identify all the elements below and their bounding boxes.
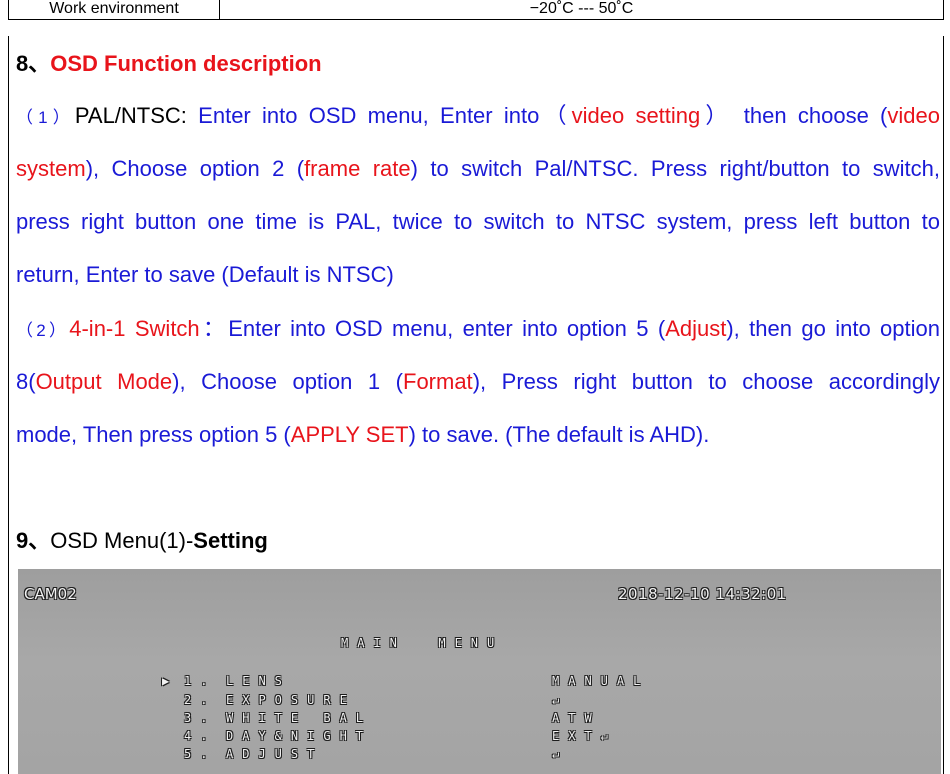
paragraph-line: system), Choose option 2 (frame rate) to… xyxy=(16,156,940,181)
datetime-stamp: 2018-12-10 14:32:01 xyxy=(618,585,787,603)
4in1-switch-paragraph: （2）4-in-1 Switch：Enter into OSD menu, en… xyxy=(16,311,940,470)
spec-label: Work environment xyxy=(9,0,220,19)
paragraph-line: （2）4-in-1 Switch：Enter into OSD menu, en… xyxy=(16,316,941,341)
paragraph-line: mode, Then press option 5 (APPLY SET) to… xyxy=(16,422,710,447)
osd-menu-screenshot: CAM02 2018-12-10 14:32:01 MAIN MENU ▶ 1.… xyxy=(18,569,941,774)
paragraph-line: return, Enter to save (Default is NTSC) xyxy=(16,262,394,287)
cursor-arrow-icon: ▶ xyxy=(162,674,170,688)
section-8-title: OSD Function description xyxy=(50,51,322,76)
enter-icon: ↵ xyxy=(552,693,569,707)
section-8-number: 8、 xyxy=(16,51,51,76)
camera-name: CAM02 xyxy=(24,585,77,603)
paragraph-line: press right button one time is PAL, twic… xyxy=(16,209,940,234)
enter-icon: ↵ xyxy=(552,747,569,761)
paragraph-line: 8(Output Mode), Choose option 1 (Format)… xyxy=(16,369,940,394)
paragraph-line: （1）PAL/NTSC: Enter into OSD menu, Enter … xyxy=(16,103,940,128)
content-frame: 8、OSD Function description （1）PAL/NTSC: … xyxy=(8,36,944,774)
pal-ntsc-paragraph: （1）PAL/NTSC: Enter into OSD menu, Enter … xyxy=(16,98,940,310)
section-9-title: OSD Menu(1)- xyxy=(50,528,194,553)
menu-title: MAIN MENU xyxy=(341,636,504,650)
spec-value: −20˚C --- 50˚C xyxy=(529,0,634,17)
section-9-title-bold: Setting xyxy=(193,528,268,553)
section-9-number: 9、 xyxy=(16,528,51,553)
section-8-heading: 8、OSD Function description xyxy=(16,49,322,79)
section-9-heading: 9、OSD Menu(1)-Setting xyxy=(16,526,268,556)
spec-table-row: Work environment −20˚C --- 50˚C xyxy=(8,0,944,20)
